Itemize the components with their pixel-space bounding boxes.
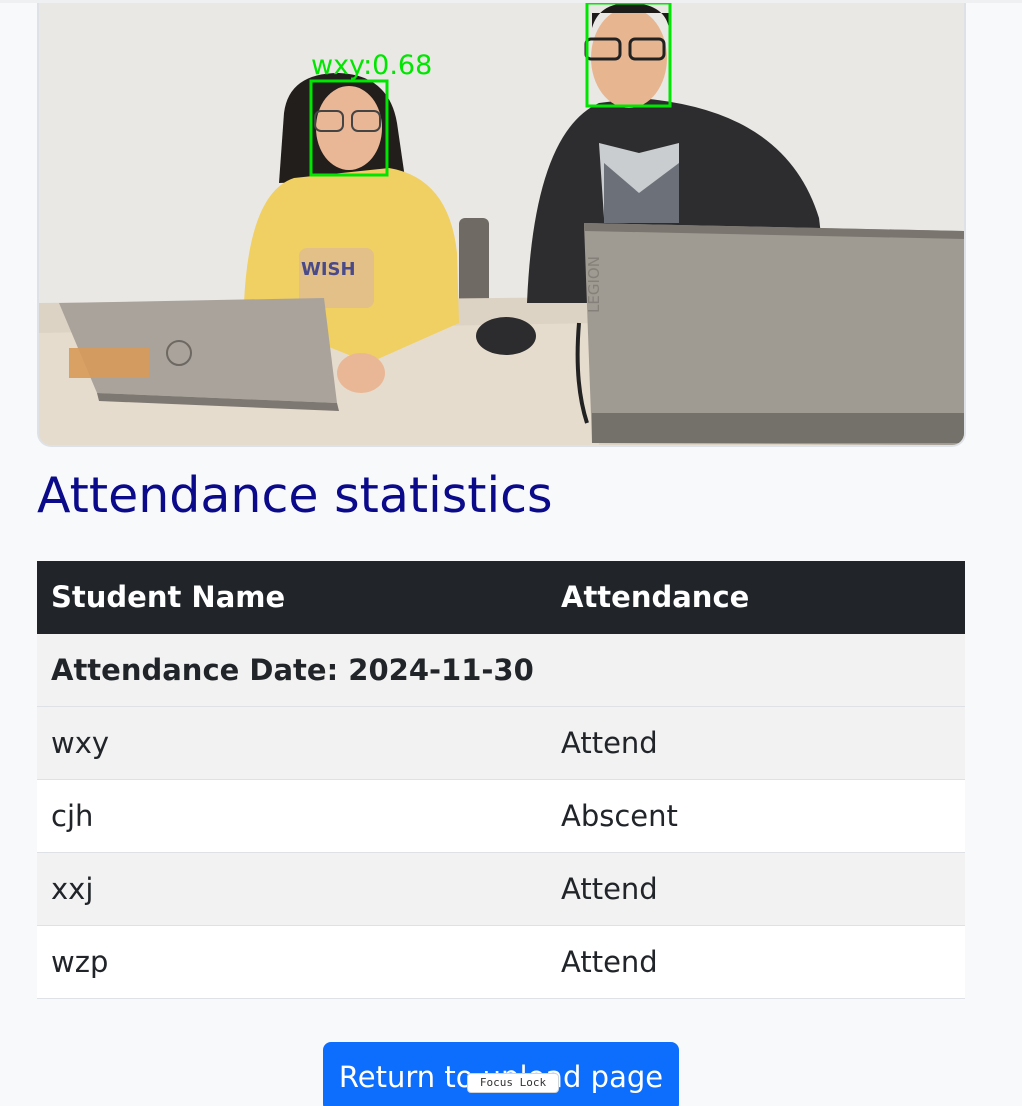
table-row: wxy Attend: [37, 706, 965, 780]
student-name-cell: wzp: [37, 925, 547, 999]
table-header-row: Student Name Attendance: [37, 561, 965, 634]
attendance-table: Student Name Attendance Attendance Date:…: [37, 561, 965, 999]
column-header-student-name: Student Name: [37, 561, 547, 634]
student-name-cell: cjh: [37, 779, 547, 853]
svg-text:WISH: WISH: [301, 259, 356, 280]
photo-scene: WISH LEGION wxy:0.68: [39, 3, 964, 445]
date-group-row: Attendance Date: 2024-11-30: [37, 633, 965, 707]
detection-label: wxy:0.68: [311, 50, 432, 81]
attendance-status-cell: Attend: [547, 925, 965, 999]
column-header-attendance: Attendance: [547, 561, 965, 634]
attendance-status-cell: Abscent: [547, 779, 965, 853]
attendance-photo: WISH LEGION wxy:0.68: [37, 3, 966, 447]
attendance-date: Attendance Date: 2024-11-30: [37, 633, 965, 707]
attendance-status-cell: Attend: [547, 852, 965, 926]
page: WISH LEGION wxy:0.68 Attendance statisti…: [0, 0, 1022, 1106]
svg-text:LEGION: LEGION: [585, 256, 603, 313]
page-title: Attendance statistics: [37, 467, 553, 524]
attendance-status-cell: Attend: [547, 706, 965, 780]
table-row: cjh Abscent: [37, 779, 965, 853]
student-name-cell: wxy: [37, 706, 547, 780]
table-row: xxj Attend: [37, 852, 965, 926]
table-row: wzp Attend: [37, 925, 965, 999]
focus-lock-badge[interactable]: Focus Lock: [467, 1073, 559, 1093]
student-name-cell: xxj: [37, 852, 547, 926]
